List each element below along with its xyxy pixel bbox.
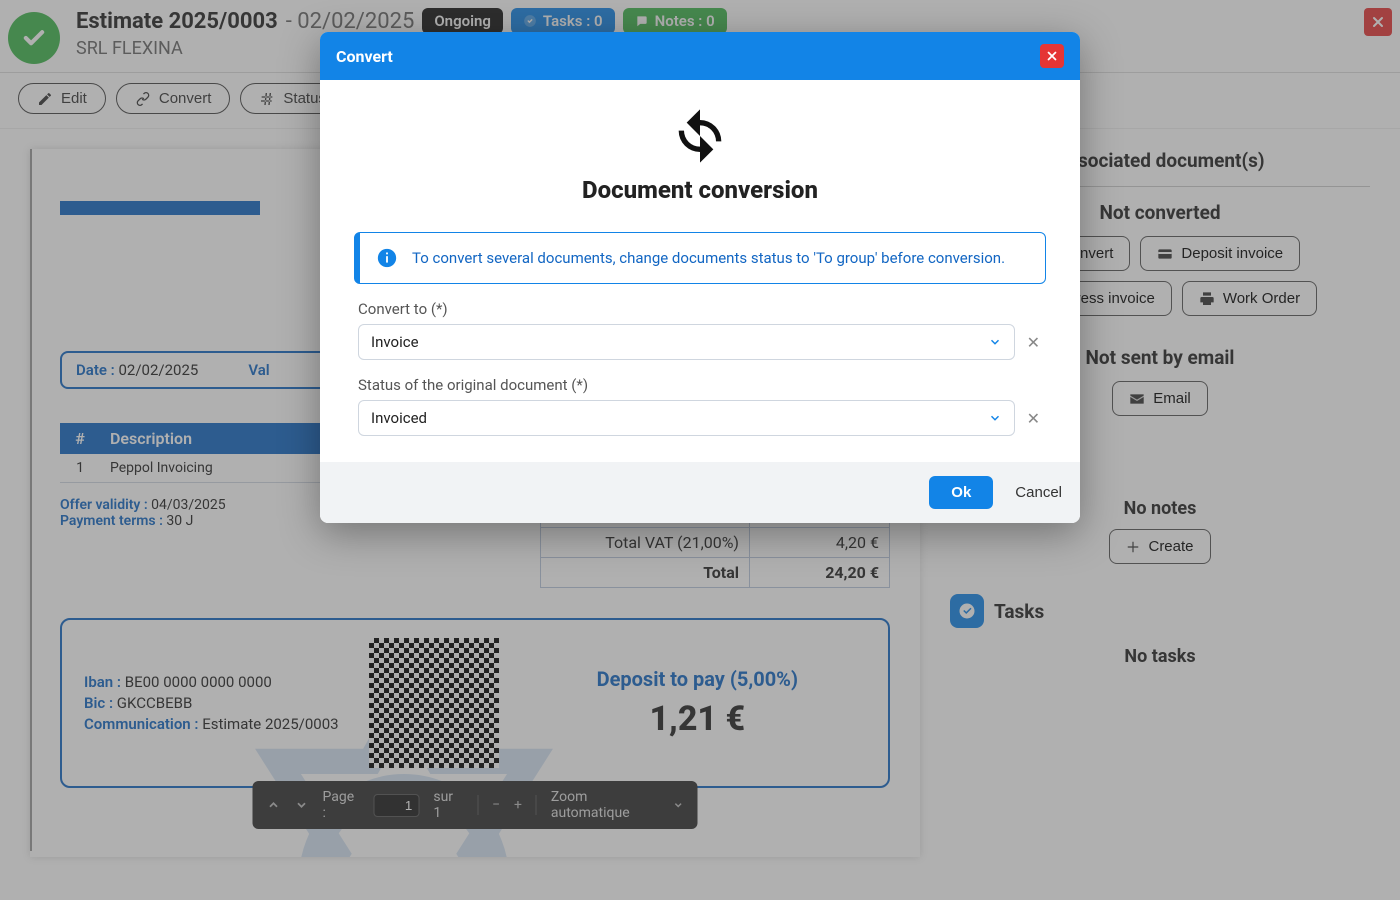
ok-button[interactable]: Ok <box>929 476 993 509</box>
convert-to-select[interactable]: Invoice <box>358 324 1015 360</box>
status-value: Invoiced <box>371 409 427 427</box>
status-clear[interactable]: ✕ <box>1025 409 1042 428</box>
info-text: To convert several documents, change doc… <box>412 249 1005 267</box>
cancel-button[interactable]: Cancel <box>1015 484 1062 501</box>
status-select[interactable]: Invoiced <box>358 400 1015 436</box>
convert-to-label: Convert to (*) <box>358 300 1042 318</box>
modal-header: Convert <box>320 32 1080 80</box>
modal-title: Convert <box>336 47 393 66</box>
chevron-down-icon <box>988 411 1002 425</box>
convert-to-value: Invoice <box>371 333 419 351</box>
info-banner: To convert several documents, change doc… <box>354 232 1046 284</box>
close-icon <box>1045 49 1059 63</box>
chevron-down-icon <box>988 335 1002 349</box>
status-row: Status of the original document (*) Invo… <box>358 376 1042 436</box>
modal-footer: Ok Cancel <box>320 462 1080 523</box>
modal-body: Document conversion To convert several d… <box>320 80 1080 462</box>
modal-close-button[interactable] <box>1040 44 1064 68</box>
convert-to-clear[interactable]: ✕ <box>1025 333 1042 352</box>
convert-to-row: Convert to (*) Invoice ✕ <box>358 300 1042 360</box>
conversion-title: Document conversion <box>344 176 1056 204</box>
status-label: Status of the original document (*) <box>358 376 1042 394</box>
conversion-icon <box>668 104 732 168</box>
convert-modal: Convert Document conversion To convert s… <box>320 32 1080 523</box>
info-icon <box>376 247 398 269</box>
